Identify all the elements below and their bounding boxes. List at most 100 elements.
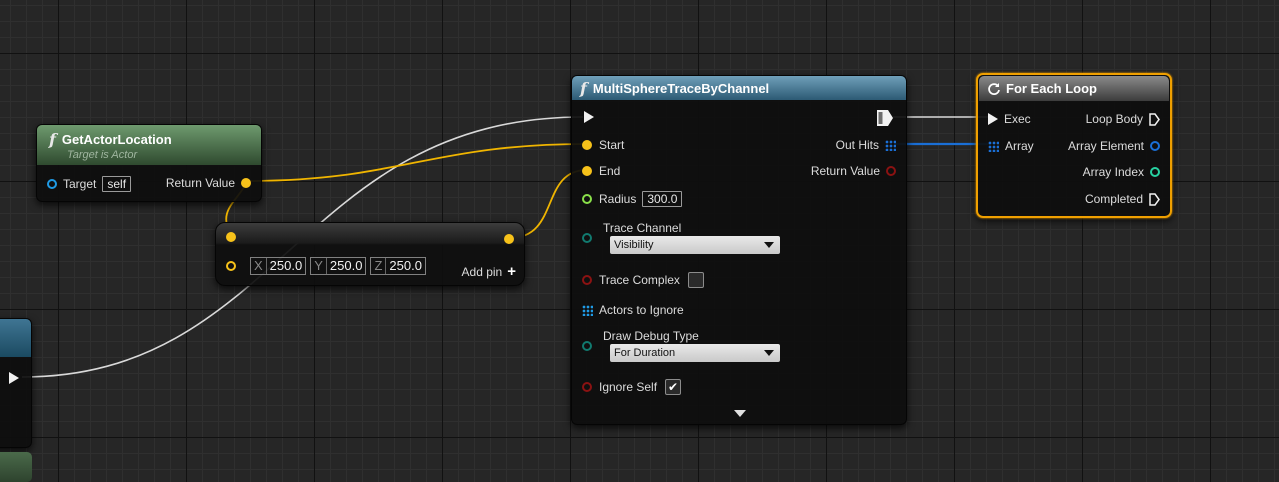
node-subtitle: Target is Actor <box>67 148 138 161</box>
completed-row: Completed <box>1085 192 1160 206</box>
draw-debug-pin[interactable] <box>582 341 592 351</box>
node-header: f GetActorLocation Target is Actor <box>37 125 261 165</box>
completed-exec-pin[interactable] <box>1149 192 1160 206</box>
draw-debug-dropdown[interactable]: For Duration <box>610 344 780 362</box>
trace-channel-label: Trace Channel <box>603 221 682 235</box>
ignore-self-label: Ignore Self <box>599 380 658 394</box>
return-value-row: Return Value <box>811 164 896 178</box>
array-label: Array <box>1005 139 1034 153</box>
start-pin-row: Start <box>582 138 624 152</box>
return-value-label: Return Value <box>810 164 880 178</box>
vector-wire-location-to-start <box>246 143 588 182</box>
trace-channel-dropdown[interactable]: Visibility <box>610 236 780 254</box>
array-element-pin[interactable] <box>1150 141 1160 151</box>
node-header: For Each Loop <box>979 76 1169 101</box>
node-title: For Each Loop <box>1006 81 1097 96</box>
node-title: MultiSphereTraceByChannel <box>592 80 770 96</box>
vector-input-b-pin[interactable] <box>226 261 236 271</box>
trace-channel-pin[interactable] <box>582 233 592 243</box>
x-value[interactable]: 250.0 <box>267 258 306 274</box>
array-element-label: Array Element <box>1067 139 1144 153</box>
trace-channel-value: Visibility <box>614 239 654 251</box>
trace-channel-label-row: Trace Channel <box>603 221 681 235</box>
out-hits-label: Out Hits <box>835 138 879 152</box>
z-axis-label: Z <box>371 258 387 274</box>
x-axis-label: X <box>251 258 267 274</box>
y-field[interactable]: Y 250.0 <box>310 257 367 275</box>
return-value-pin[interactable] <box>241 178 251 188</box>
offscreen-node-header <box>0 319 31 357</box>
radius-pin-row: Radius 300.0 <box>582 191 683 207</box>
out-hits-row: Out Hits <box>836 138 896 152</box>
target-pin[interactable] <box>47 179 57 189</box>
loop-body-exec-pin[interactable] <box>1149 112 1160 126</box>
for-each-loop-node[interactable]: For Each Loop Exec Array Loop Body Array… <box>976 73 1172 218</box>
target-pin-row: Target self <box>47 176 132 192</box>
exec-label: Exec <box>1004 112 1031 126</box>
target-value[interactable]: self <box>102 176 132 192</box>
radius-value[interactable]: 300.0 <box>642 191 683 207</box>
array-element-row: Array Element <box>1068 139 1160 153</box>
ignore-self-row: Ignore Self ✔ <box>582 379 682 395</box>
exec-out-pin[interactable] <box>9 372 19 384</box>
offscreen-node-left[interactable] <box>0 318 32 448</box>
return-label: Return Value <box>165 176 235 190</box>
end-pin[interactable] <box>582 166 592 176</box>
start-label: Start <box>599 138 625 152</box>
node-header: f MultiSphereTraceByChannel <box>572 76 906 100</box>
add-pin-label: Add pin <box>461 264 503 279</box>
end-label: End <box>599 164 621 178</box>
ignore-self-checkbox[interactable]: ✔ <box>665 379 682 395</box>
vector-input-a-pin[interactable] <box>226 232 236 242</box>
trace-complex-checkbox[interactable] <box>687 272 704 288</box>
radius-pin[interactable] <box>582 194 592 204</box>
z-value[interactable]: 250.0 <box>386 258 425 274</box>
add-pin-button[interactable]: Add pin + <box>462 263 516 280</box>
chevron-down-icon <box>764 242 774 248</box>
y-axis-label: Y <box>311 258 327 274</box>
trace-complex-label: Trace Complex <box>599 273 680 287</box>
array-pin[interactable] <box>988 140 999 152</box>
node-title: GetActorLocation <box>61 131 172 147</box>
end-pin-row: End <box>582 164 620 178</box>
array-index-row: Array Index <box>1083 165 1160 179</box>
radius-label: Radius <box>599 192 637 206</box>
return-pin-row: Return Value <box>166 176 251 190</box>
function-icon: f <box>49 129 56 149</box>
target-label: Target <box>63 177 97 191</box>
vector-output-pin[interactable] <box>504 234 514 244</box>
offscreen-node-bottom[interactable] <box>0 452 32 482</box>
return-value-pin[interactable] <box>886 166 896 176</box>
draw-debug-label-row: Draw Debug Type <box>603 329 699 343</box>
trace-complex-pin[interactable] <box>582 275 592 285</box>
z-field[interactable]: Z 250.0 <box>370 257 426 275</box>
actors-to-ignore-label: Actors to Ignore <box>599 303 684 317</box>
exec-out-pin[interactable] <box>876 109 894 127</box>
trace-complex-row: Trace Complex <box>582 272 704 288</box>
plus-icon: + <box>507 263 516 280</box>
y-value[interactable]: 250.0 <box>327 258 366 274</box>
loop-icon <box>988 82 1000 95</box>
draw-debug-label: Draw Debug Type <box>603 329 699 343</box>
completed-label: Completed <box>1084 192 1143 206</box>
loop-body-label: Loop Body <box>1085 112 1143 126</box>
loop-body-row: Loop Body <box>1086 112 1160 126</box>
out-hits-array-pin[interactable] <box>885 139 896 151</box>
vector-add-node[interactable]: X 250.0 Y 250.0 Z 250.0 Add pin + <box>215 222 525 286</box>
array-index-pin[interactable] <box>1150 167 1160 177</box>
array-row: Array <box>988 139 1034 153</box>
draw-debug-value: For Duration <box>614 347 676 359</box>
array-index-label: Array Index <box>1082 165 1144 179</box>
exec-in-pin[interactable] <box>584 111 594 123</box>
chevron-down-icon <box>764 350 774 356</box>
ignore-self-pin[interactable] <box>582 382 592 392</box>
actors-to-ignore-array-pin[interactable] <box>582 304 593 316</box>
x-field[interactable]: X 250.0 <box>250 257 307 275</box>
multi-sphere-trace-node[interactable]: f MultiSphereTraceByChannel Start End Ra… <box>571 75 907 425</box>
exec-in-pin[interactable] <box>988 113 998 125</box>
get-actor-location-node[interactable]: f GetActorLocation Target is Actor Targe… <box>36 124 262 202</box>
expand-toggle[interactable] <box>734 410 746 417</box>
vector-input-b-row: X 250.0 Y 250.0 Z 250.0 <box>226 257 430 275</box>
start-pin[interactable] <box>582 140 592 150</box>
exec-row: Exec <box>988 112 1031 126</box>
